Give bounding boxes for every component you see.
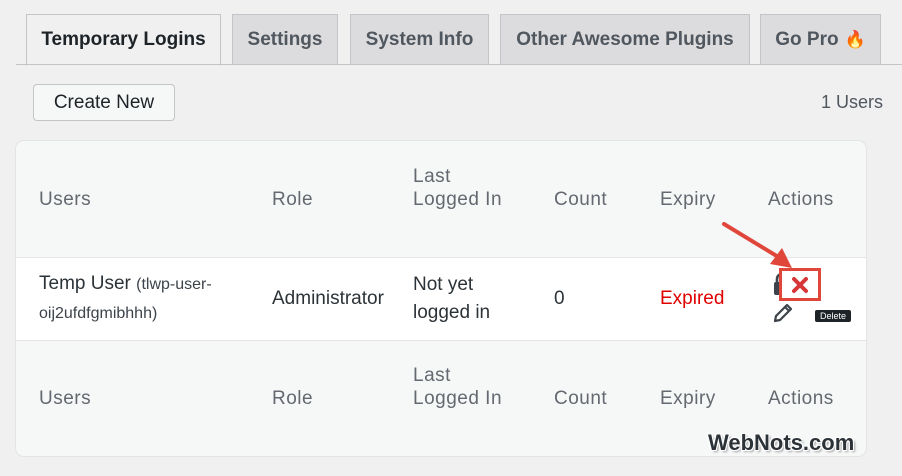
tab-divider [16,64,902,65]
column-footer-actions: Actions [768,388,834,409]
tab-settings[interactable]: Settings [232,14,338,65]
tab-label: System Info [365,28,474,50]
tab-label: Settings [247,28,323,50]
tab-label: Go Pro [775,28,839,50]
watermark-logo: WebNots.com [708,430,855,455]
column-header-count: Count [554,189,608,210]
user-cell: Temp User (tlwp-user-oij2ufdfgmibhhh) [39,270,239,328]
delete-tooltip: Delete [815,310,852,322]
column-header-actions: Actions [768,189,834,210]
tab-bar: Temporary Logins Settings System Info Ot… [0,0,902,66]
tab-temporary-logins[interactable]: Temporary Logins [26,14,221,66]
column-header-role: Role [272,189,314,210]
column-footer-count: Count [554,388,608,409]
column-header-expiry: Expiry [660,189,716,210]
column-header-users: Users [39,189,92,210]
user-name: Temp User [39,273,131,294]
role-cell: Administrator [272,288,384,309]
tab-system-info[interactable]: System Info [350,14,489,65]
delete-icon[interactable] [791,276,809,294]
column-footer-last-logged-in: Last Logged In [413,365,503,409]
tab-other-plugins[interactable]: Other Awesome Plugins [500,14,750,65]
column-footer-expiry: Expiry [660,388,716,409]
tab-label: Other Awesome Plugins [516,28,734,50]
expiry-status: Expired [660,288,725,309]
fire-icon: 🔥 [844,29,866,49]
tab-label: Temporary Logins [41,29,206,50]
annotation-arrow-icon [722,222,792,268]
column-footer-users: Users [39,388,92,409]
user-count: 1 Users [820,92,883,112]
users-table: Users Role Last Logged In Count Expiry A… [16,141,866,456]
count-cell: 0 [554,288,565,309]
last-login-cell: Not yet logged in [413,274,491,323]
tab-go-pro[interactable]: Go Pro 🔥 [760,14,881,65]
create-new-button[interactable]: Create New [33,84,175,121]
column-footer-role: Role [272,388,314,409]
edit-icon[interactable] [772,302,794,324]
column-header-last-logged-in: Last Logged In [413,166,503,210]
